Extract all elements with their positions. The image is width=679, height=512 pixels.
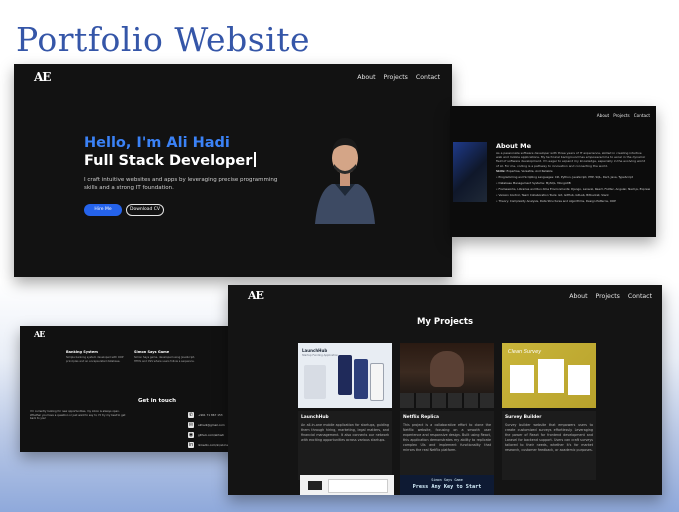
- profile-portrait: [315, 138, 375, 224]
- projects-title: My Projects: [416, 317, 474, 327]
- project-description: Survey builder website that empowers use…: [505, 423, 593, 453]
- project-description: An all-in-one mobile application for sta…: [301, 423, 389, 443]
- contact-phone[interactable]: ✆ +961 71 867 153: [188, 412, 223, 418]
- nav-about[interactable]: About: [597, 113, 609, 118]
- hero-description: I craft intuitive websites and apps by l…: [84, 177, 278, 191]
- nav-contact[interactable]: Contact: [634, 113, 650, 118]
- contact-email[interactable]: ✉ alihadi@gmail.com: [188, 422, 225, 428]
- project-name: Netflix Replica: [403, 415, 439, 420]
- contact-github[interactable]: ◉ github.com/alihadi: [188, 432, 224, 438]
- netflix-thumbnail: [400, 343, 494, 408]
- project-card-launchhub[interactable]: LaunchHub Startup Funding Application La…: [298, 343, 392, 480]
- project-description: This project is a collaborative effort t…: [403, 423, 491, 453]
- about-title: About Me: [496, 142, 532, 150]
- linkedin-icon: in: [188, 442, 194, 448]
- site-logo[interactable]: AE: [34, 70, 51, 84]
- site-logo[interactable]: AE: [248, 289, 264, 302]
- phone-icon: ✆: [188, 412, 194, 418]
- hero-greeting: Hello, I'm Ali Hadi: [84, 135, 230, 151]
- project-thumb-partial: [300, 475, 394, 495]
- nav-contact[interactable]: Contact: [416, 74, 440, 81]
- about-top-nav: About Projects Contact: [597, 113, 650, 118]
- project-card-survey[interactable]: Clean Survey Survey Builder Survey build…: [502, 343, 596, 480]
- skills-list: Programming and Scripting Languages: C#,…: [496, 174, 650, 204]
- download-cv-button[interactable]: Download CV: [126, 204, 164, 216]
- nav-projects[interactable]: Projects: [596, 293, 620, 300]
- hero-role: Full Stack Developer: [84, 152, 257, 169]
- site-logo[interactable]: AE: [34, 329, 45, 339]
- contact-screenshot: AE Banking System Simple banking system …: [20, 326, 238, 452]
- projects-top-nav: About Projects Contact: [569, 293, 652, 300]
- get-in-touch-description: I'm currently looking for new opportunit…: [30, 410, 126, 421]
- top-nav: About Projects Contact: [357, 74, 440, 81]
- hire-me-button[interactable]: Hire Me: [84, 204, 122, 216]
- nav-projects[interactable]: Projects: [384, 74, 408, 81]
- projects-screenshot: AE About Projects Contact My Projects La…: [228, 285, 662, 495]
- survey-thumbnail: Clean Survey: [502, 343, 596, 408]
- skills-heading: Skills: Expertise, Versatile, And Reliab…: [496, 169, 553, 173]
- nav-contact[interactable]: Contact: [628, 293, 652, 300]
- typing-cursor: [254, 152, 257, 167]
- about-image: [453, 142, 487, 202]
- nav-projects[interactable]: Projects: [613, 113, 630, 118]
- project-name: Survey Builder: [505, 415, 542, 420]
- get-in-touch-title: Get in touch: [138, 398, 177, 404]
- about-screenshot: About Projects Contact About Me As a pas…: [450, 106, 656, 237]
- hero-screenshot: AE About Projects Contact Hello, I'm Ali…: [14, 64, 452, 277]
- about-description: As a passionate software developer with …: [496, 151, 646, 168]
- contact-project-card: Simon Says Game Simon Says game, develop…: [134, 350, 195, 363]
- github-icon: ◉: [188, 432, 194, 438]
- nav-about[interactable]: About: [357, 74, 375, 81]
- list-item: Theory: Complexity Analysis, Data Struct…: [496, 198, 650, 204]
- project-card-netflix[interactable]: Netflix Replica This project is a collab…: [400, 343, 494, 480]
- page-heading: Portfolio Website: [16, 20, 310, 59]
- contact-project-card: Banking System Simple banking system dev…: [66, 350, 124, 363]
- contact-linkedin[interactable]: in linkedin.com/in/ali-hadi: [188, 442, 231, 448]
- email-icon: ✉: [188, 422, 194, 428]
- project-name: LaunchHub: [301, 415, 329, 420]
- launchhub-thumbnail: LaunchHub Startup Funding Application: [298, 343, 392, 408]
- simon-game-thumbnail: Simon Says Game Press Any Key to Start: [400, 475, 494, 495]
- nav-about[interactable]: About: [569, 293, 587, 300]
